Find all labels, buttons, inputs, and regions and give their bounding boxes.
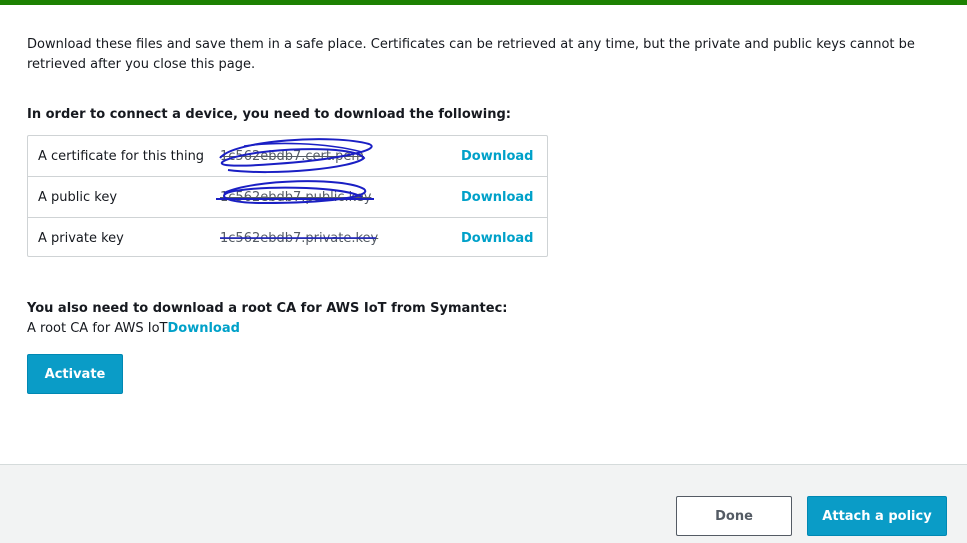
download-public-key-link[interactable]: Download (461, 189, 533, 206)
file-name: 1c562ebdb7.cert.pem (220, 149, 365, 164)
root-ca-line: A root CA for AWS IoTDownload (27, 320, 240, 338)
attach-policy-button[interactable]: Attach a policy (807, 496, 947, 536)
file-row-certificate: A certificate for this thing 1c562ebdb7.… (28, 136, 547, 177)
download-certificate-link[interactable]: Download (461, 148, 533, 165)
done-button[interactable]: Done (676, 496, 792, 536)
intro-text: Download these files and save them in a … (27, 37, 915, 72)
file-label: A certificate for this thing (38, 149, 205, 164)
file-row-public-key: A public key 1c562ebdb7.public.key Downl… (28, 177, 547, 218)
file-label: A private key (38, 231, 124, 246)
activate-button[interactable]: Activate (27, 354, 123, 394)
download-root-ca-link[interactable]: Download (167, 321, 239, 336)
download-private-key-link[interactable]: Download (461, 230, 533, 247)
footer-bar: Done Attach a policy (0, 464, 967, 543)
root-ca-label: A root CA for AWS IoT (27, 321, 168, 336)
download-heading: In order to connect a device, you need t… (27, 107, 511, 122)
file-row-private-key: A private key 1c562ebdb7.private.key Dow… (28, 218, 547, 259)
root-ca-heading: You also need to download a root CA for … (27, 301, 508, 316)
success-accent-bar (0, 0, 967, 5)
file-label: A public key (38, 190, 118, 205)
files-table: A certificate for this thing 1c562ebdb7.… (27, 135, 548, 257)
file-name: 1c562ebdb7.public.key (220, 190, 372, 205)
file-name: 1c562ebdb7.private.key (220, 231, 379, 246)
